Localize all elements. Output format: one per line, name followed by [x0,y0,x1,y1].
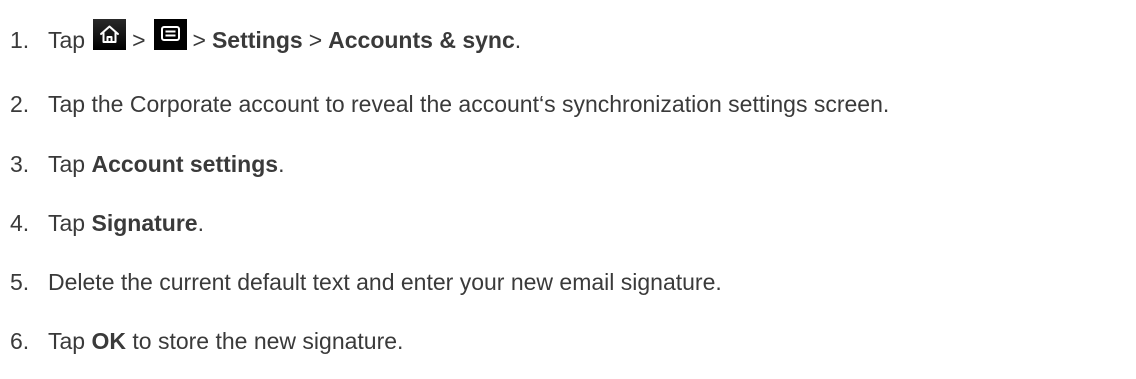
step-text-post: to store the new signature. [125,327,404,354]
step-text-post: . [197,209,204,236]
accounts-sync-label: Accounts & sync [328,26,515,53]
home-icon [93,18,127,50]
instruction-steps: 1. Tap > > Settings > Accounts & sync . … [0,0,1136,379]
account-settings-label: Account settings [91,150,279,177]
step-text: Tap [48,26,86,53]
step-6: 6. Tap OK to store the new signature. [10,321,403,361]
menu-icon [153,18,187,50]
step-text-pre: Tap [48,209,92,236]
step-number: 4. [10,209,30,236]
step-text-post: . [278,150,285,177]
step-4: 4. Tap Signature . [10,203,204,243]
step-5: 5. Delete the current default text and e… [10,262,722,302]
step-end: . [514,26,522,53]
signature-label: Signature [91,209,198,236]
ok-label: OK [91,327,126,354]
separator: > [192,26,206,53]
step-number: 3. [10,150,30,177]
step-1: 1. Tap > > Settings > Accounts & sync . [10,18,522,60]
step-text: Tap the Corporate account to reveal the … [48,90,890,117]
step-text: Delete the current default text and ente… [48,268,722,295]
step-number: 5. [10,268,30,295]
separator: > [132,26,146,53]
separator: > [308,26,323,53]
step-text-pre: Tap [48,150,92,177]
step-3: 3. Tap Account settings . [10,144,284,184]
step-number: 2. [10,90,30,117]
step-2: 2. Tap the Corporate account to reveal t… [10,84,889,124]
step-text-pre: Tap [48,327,92,354]
settings-label: Settings [211,26,303,53]
step-number: 6. [10,327,30,354]
step-number: 1. [10,26,30,53]
